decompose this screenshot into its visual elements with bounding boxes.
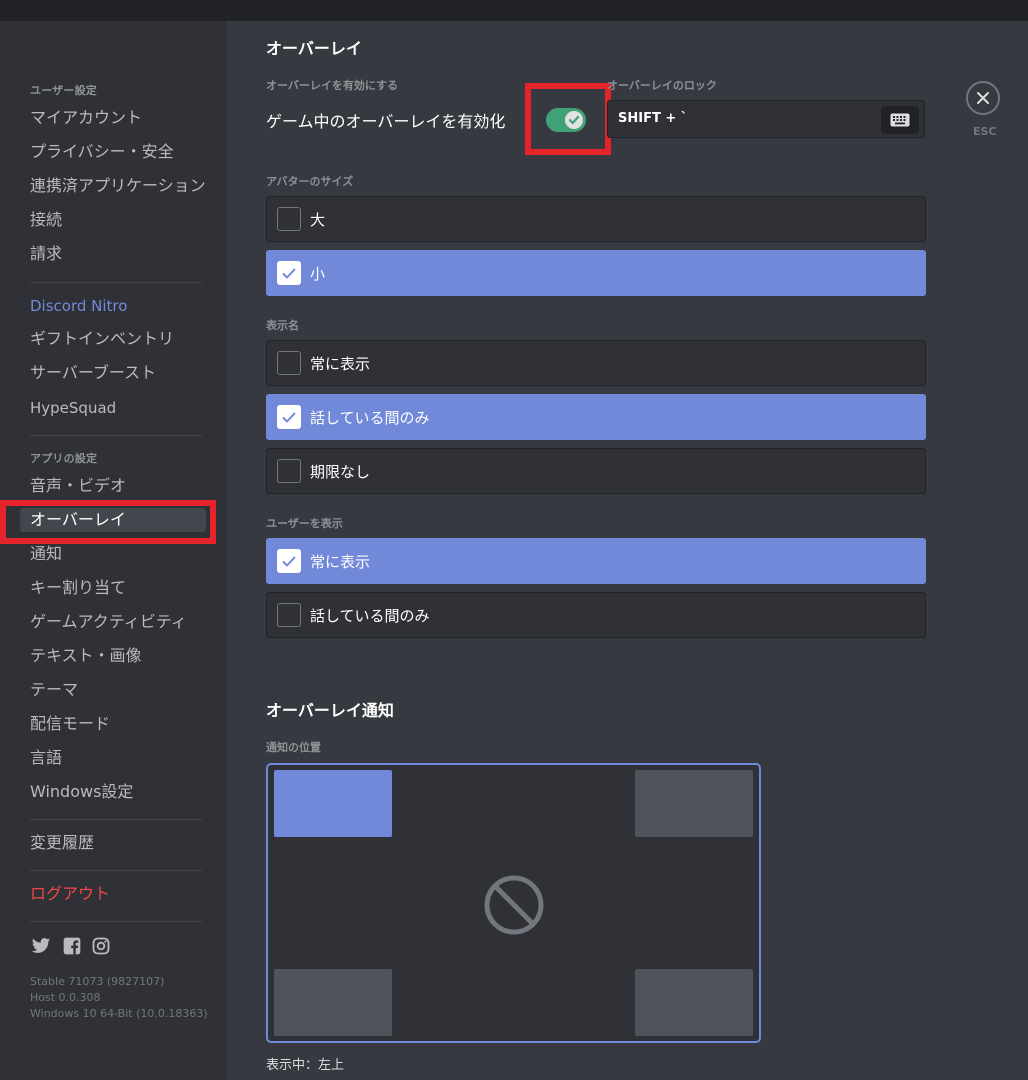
sidebar-item-hypesquad[interactable]: HypeSquad xyxy=(30,397,206,419)
notification-position-picker xyxy=(266,763,761,1043)
option-label: 小 xyxy=(310,265,326,283)
sidebar-item-server-boost[interactable]: サーバーブースト xyxy=(30,362,206,384)
position-bottom-right[interactable] xyxy=(635,969,753,1036)
sidebar-item-my-account[interactable]: マイアカウント xyxy=(30,107,206,129)
option-label: 大 xyxy=(310,211,326,229)
user-settings-header: ユーザー設定 xyxy=(30,84,97,97)
sidebar-item-notifications[interactable]: 通知 xyxy=(30,543,206,565)
highlight-annotation-sidebar xyxy=(0,500,216,544)
window-titlebar xyxy=(0,0,1028,21)
sidebar-item-voice-video[interactable]: 音声・ビデオ xyxy=(30,475,206,497)
show-users-option-speaking[interactable]: 話している間のみ xyxy=(266,592,926,638)
show-users-header: ユーザーを表示 xyxy=(266,517,343,530)
sidebar-item-game-activity[interactable]: ゲームアクティビティ xyxy=(30,611,206,633)
avatar-size-header: アバターのサイズ xyxy=(266,175,354,188)
option-label: 話している間のみ xyxy=(310,607,430,625)
overlay-section-title: オーバーレイ xyxy=(266,39,362,58)
avatar-size-option-small[interactable]: 小 xyxy=(266,250,926,296)
checkbox xyxy=(277,351,301,375)
sidebar-item-text-images[interactable]: テキスト・画像 xyxy=(30,645,206,667)
sidebar-item-windows-settings[interactable]: Windows設定 xyxy=(30,781,206,803)
option-label: 期限なし xyxy=(310,463,371,481)
position-top-left[interactable] xyxy=(274,770,392,837)
facebook-icon[interactable] xyxy=(62,936,82,956)
version-os: Windows 10 64-Bit (10.0.18363) xyxy=(30,1007,208,1020)
twitter-icon[interactable] xyxy=(31,936,51,956)
checkmark-icon xyxy=(282,268,296,279)
position-bottom-left[interactable] xyxy=(274,969,392,1036)
sidebar-divider xyxy=(30,819,202,820)
option-label: 話している間のみ xyxy=(310,409,430,427)
sidebar-divider xyxy=(30,921,202,922)
sidebar-item-logout[interactable]: ログアウト xyxy=(30,883,206,905)
keybind-record-button[interactable] xyxy=(881,106,919,134)
close-button[interactable] xyxy=(966,81,1000,115)
sidebar-item-streamer-mode[interactable]: 配信モード xyxy=(30,713,206,735)
checkmark-icon xyxy=(282,556,296,567)
overlay-lock-header: オーバーレイのロック xyxy=(607,79,717,92)
keyboard-icon xyxy=(890,113,910,127)
sidebar-divider xyxy=(30,282,202,283)
sidebar-item-connections[interactable]: 接続 xyxy=(30,209,206,231)
show-users-option-always[interactable]: 常に表示 xyxy=(266,538,926,584)
overlay-notifications-title: オーバーレイ通知 xyxy=(266,701,394,720)
notification-position-status: 表示中：左上 xyxy=(266,1058,345,1073)
esc-label: ESC xyxy=(973,125,997,138)
option-label: 常に表示 xyxy=(310,553,371,571)
display-names-header: 表示名 xyxy=(266,319,299,332)
instagram-icon[interactable] xyxy=(91,936,111,956)
close-icon xyxy=(977,92,989,104)
checkbox xyxy=(277,603,301,627)
sidebar-item-appearance[interactable]: テーマ xyxy=(30,679,206,701)
sidebar-item-billing[interactable]: 請求 xyxy=(30,243,206,265)
version-host: Host 0.0.308 xyxy=(30,991,101,1004)
highlight-annotation-toggle xyxy=(525,83,611,155)
sidebar-divider xyxy=(30,870,202,871)
checkbox-checked xyxy=(277,261,301,285)
sidebar-item-keybinds[interactable]: キー割り当て xyxy=(30,577,206,599)
sidebar-item-gift-inventory[interactable]: ギフトインベントリ xyxy=(30,328,206,350)
display-names-option-speaking[interactable]: 話している間のみ xyxy=(266,394,926,440)
enable-overlay-label: ゲーム中のオーバーレイを有効化 xyxy=(266,112,506,131)
sidebar-item-privacy[interactable]: プライバシー・安全 xyxy=(30,141,206,163)
app-settings-header: アプリの設定 xyxy=(30,452,98,465)
overlay-lock-keybind-field[interactable]: SHIFT + ` xyxy=(607,100,925,138)
sidebar-item-changelog[interactable]: 変更履歴 xyxy=(30,832,206,854)
disable-notifications-icon[interactable] xyxy=(483,874,545,936)
version-stable: Stable 71073 (9827107) xyxy=(30,975,165,988)
notification-position-header: 通知の位置 xyxy=(266,741,321,754)
sidebar-item-authorized-apps[interactable]: 連携済アプリケーション xyxy=(30,175,206,197)
enable-overlay-header: オーバーレイを有効にする xyxy=(266,79,398,92)
avatar-size-option-large[interactable]: 大 xyxy=(266,196,926,242)
checkbox xyxy=(277,459,301,483)
keybind-value: SHIFT + ` xyxy=(618,111,688,126)
option-label: 常に表示 xyxy=(310,355,371,373)
checkbox-checked xyxy=(277,405,301,429)
sidebar-divider xyxy=(30,435,202,436)
checkbox-checked xyxy=(277,549,301,573)
checkmark-icon xyxy=(282,412,296,423)
sidebar-item-language[interactable]: 言語 xyxy=(30,747,206,769)
display-names-option-always[interactable]: 常に表示 xyxy=(266,340,926,386)
display-names-option-never[interactable]: 期限なし xyxy=(266,448,926,494)
sidebar-item-nitro[interactable]: Discord Nitro xyxy=(30,295,206,317)
position-top-right[interactable] xyxy=(635,770,753,837)
checkbox xyxy=(277,207,301,231)
